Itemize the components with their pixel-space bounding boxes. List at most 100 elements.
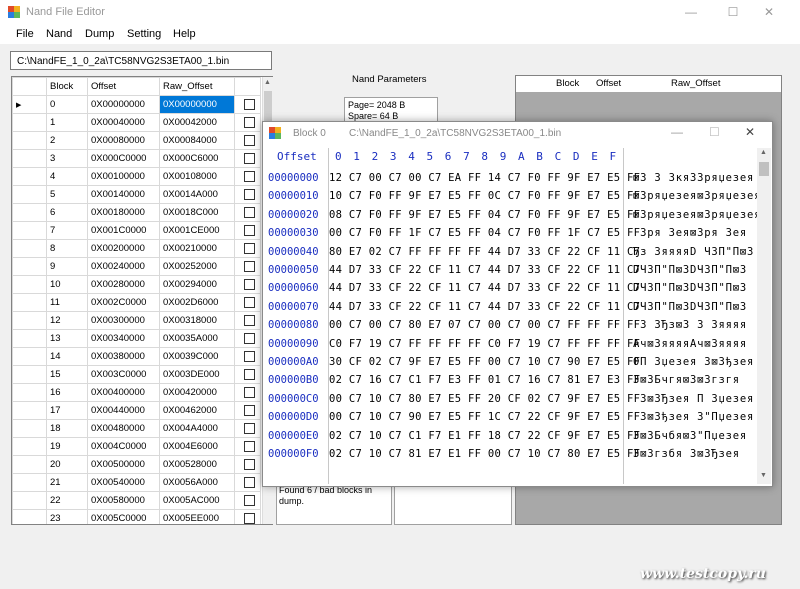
hex-row-bytes[interactable]: 44 D7 33 CF 22 CF 11 C7 44 D7 33 CF 22 C… <box>329 282 640 294</box>
block-cell[interactable]: 14 <box>47 348 88 366</box>
hex-row-bytes[interactable]: 44 D7 33 CF 22 CF 11 C7 44 D7 33 CF 22 C… <box>329 301 640 313</box>
hex-row-offset[interactable]: 00000070 <box>268 301 319 313</box>
block-cell[interactable]: 15 <box>47 366 88 384</box>
offset-cell[interactable]: 0X00100000 <box>88 168 160 186</box>
hex-row-ascii[interactable]: З⊠Зђзея З"Пџезея <box>633 411 754 423</box>
raw-offset-cell[interactable]: 0X00252000 <box>160 258 235 276</box>
raw-offset-cell[interactable]: 0X00318000 <box>160 312 235 330</box>
hex-minimize-button[interactable]: — <box>671 125 683 139</box>
col-header-offset[interactable]: Offset <box>88 78 160 96</box>
bad-block-checkbox[interactable] <box>244 423 255 434</box>
minimize-button[interactable]: — <box>676 0 706 24</box>
row-header[interactable] <box>13 510 47 526</box>
raw-offset-cell[interactable]: 0X0018C000 <box>160 204 235 222</box>
hex-row-bytes[interactable]: 00 C7 10 C7 80 E7 E5 FF 20 CF 02 C7 9F E… <box>329 393 640 405</box>
raw-offset-cell[interactable]: 0X00210000 <box>160 240 235 258</box>
block-cell[interactable]: 23 <box>47 510 88 526</box>
hex-row-offset[interactable]: 00000000 <box>268 172 319 184</box>
hex-row-bytes[interactable]: 08 C7 F0 FF 9F E7 E5 FF 04 C7 F0 FF 9F E… <box>329 209 640 221</box>
block-cell[interactable]: 17 <box>47 402 88 420</box>
bad-block-checkbox[interactable] <box>244 351 255 362</box>
bad-block-checkbox[interactable] <box>244 261 255 272</box>
hex-data-area[interactable]: 0000000012 C7 00 C7 00 C7 EA FF 14 C7 F0… <box>263 172 772 484</box>
hex-row-ascii[interactable]: З⊠ЗЂзея П Зџезея <box>633 393 754 405</box>
menu-nand[interactable]: Nand <box>46 28 72 40</box>
raw-offset-cell[interactable]: 0X004E6000 <box>160 438 235 456</box>
menu-file[interactable]: File <box>16 28 34 40</box>
hex-row-offset[interactable]: 000000E0 <box>268 430 319 442</box>
offset-cell[interactable]: 0X00400000 <box>88 384 160 402</box>
table-row[interactable]: 230X005C00000X005EE000 <box>13 510 261 526</box>
hex-maximize-button[interactable]: ☐ <box>709 125 720 139</box>
hex-row-ascii[interactable]: ⊠З З ЗкяЗЗряџезея <box>633 172 754 184</box>
raw-offset-cell[interactable]: 0X004A4000 <box>160 420 235 438</box>
raw-offset-cell[interactable]: 0X0039C000 <box>160 348 235 366</box>
table-row[interactable]: 10X000400000X00042000 <box>13 114 261 132</box>
raw-offset-cell[interactable]: 0X002D6000 <box>160 294 235 312</box>
bad-block-checkbox[interactable] <box>244 189 255 200</box>
row-header[interactable] <box>13 276 47 294</box>
offset-cell[interactable]: 0X000C0000 <box>88 150 160 168</box>
block-cell[interactable]: 8 <box>47 240 88 258</box>
raw-offset-cell[interactable]: 0X0056A000 <box>160 474 235 492</box>
offset-cell[interactable]: 0X00000000 <box>88 96 160 114</box>
block-cell[interactable]: 22 <box>47 492 88 510</box>
bad-block-checkbox[interactable] <box>244 513 255 524</box>
bad-block-checkbox[interactable] <box>244 171 255 182</box>
scroll-up-icon[interactable]: ▲ <box>264 79 272 89</box>
block-cell[interactable]: 5 <box>47 186 88 204</box>
bad-block-checkbox[interactable] <box>244 441 255 452</box>
hex-row-offset[interactable]: 00000040 <box>268 246 319 258</box>
hex-row-bytes[interactable]: 30 CF 02 C7 9F E7 E5 FF 00 C7 10 C7 90 E… <box>329 356 640 368</box>
raw-offset-cell[interactable]: 0X000C6000 <box>160 150 235 168</box>
bad-col-header-block[interactable]: Block <box>556 78 579 89</box>
close-button[interactable]: ✕ <box>754 0 784 24</box>
block-cell[interactable]: 6 <box>47 204 88 222</box>
hex-row-ascii[interactable]: З ЗЂз⊠З З Зяяяя <box>633 319 747 331</box>
hex-row-ascii[interactable]: ⊠Зряџезея⊠Зряџезея <box>633 209 761 221</box>
hex-row-ascii[interactable]: Ђз ЗяяяяD Ч3П"П⊠З <box>633 246 754 258</box>
table-row[interactable]: 180X004800000X004A4000 <box>13 420 261 438</box>
hex-row-offset[interactable]: 00000030 <box>268 227 319 239</box>
block-cell[interactable]: 11 <box>47 294 88 312</box>
hex-row-bytes[interactable]: 80 E7 02 C7 FF FF FF FF 44 D7 33 CF 22 C… <box>329 246 640 258</box>
table-row[interactable]: 50X001400000X0014A000 <box>13 186 261 204</box>
menu-setting[interactable]: Setting <box>127 28 161 40</box>
hex-scroll-thumb[interactable] <box>759 162 769 176</box>
row-header[interactable] <box>13 132 47 150</box>
table-row[interactable]: 140X003800000X0039C000 <box>13 348 261 366</box>
block-cell[interactable]: 12 <box>47 312 88 330</box>
bad-col-header-offset[interactable]: Offset <box>596 78 621 89</box>
row-header[interactable] <box>13 114 47 132</box>
row-header[interactable] <box>13 222 47 240</box>
hex-row-bytes[interactable]: 02 C7 10 C7 81 E7 E1 FF 00 C7 10 C7 80 E… <box>329 448 640 460</box>
table-row[interactable]: 100X002800000X00294000 <box>13 276 261 294</box>
offset-cell[interactable]: 0X001C0000 <box>88 222 160 240</box>
table-row[interactable]: 90X002400000X00252000 <box>13 258 261 276</box>
row-header[interactable] <box>13 168 47 186</box>
bad-block-checkbox[interactable] <box>244 117 255 128</box>
offset-cell[interactable]: 0X00440000 <box>88 402 160 420</box>
raw-offset-cell[interactable]: 0X00084000 <box>160 132 235 150</box>
hex-row-offset[interactable]: 000000A0 <box>268 356 319 368</box>
raw-offset-cell[interactable]: 0X001CE000 <box>160 222 235 240</box>
offset-cell[interactable]: 0X005C0000 <box>88 510 160 526</box>
block-cell[interactable]: 7 <box>47 222 88 240</box>
raw-offset-cell[interactable]: 0X00000000 <box>160 96 235 114</box>
bad-block-checkbox[interactable] <box>244 243 255 254</box>
hex-row-offset[interactable]: 000000B0 <box>268 374 319 386</box>
hex-scrollbar[interactable]: ▲ ▼ <box>757 148 771 484</box>
block-cell[interactable]: 16 <box>47 384 88 402</box>
table-row[interactable]: ▶00X000000000X00000000 <box>13 96 261 114</box>
row-header[interactable] <box>13 294 47 312</box>
bad-block-checkbox[interactable] <box>244 99 255 110</box>
hex-close-button[interactable]: ✕ <box>745 125 755 139</box>
row-header[interactable] <box>13 366 47 384</box>
block-cell[interactable]: 20 <box>47 456 88 474</box>
bad-block-checkbox[interactable] <box>244 369 255 380</box>
offset-cell[interactable]: 0X00040000 <box>88 114 160 132</box>
bad-block-checkbox[interactable] <box>244 207 255 218</box>
table-row[interactable]: 30X000C00000X000C6000 <box>13 150 261 168</box>
file-path-field[interactable]: C:\NandFE_1_0_2a\TC58NVG2S3ETA00_1.bin <box>10 51 272 70</box>
row-header[interactable] <box>13 384 47 402</box>
